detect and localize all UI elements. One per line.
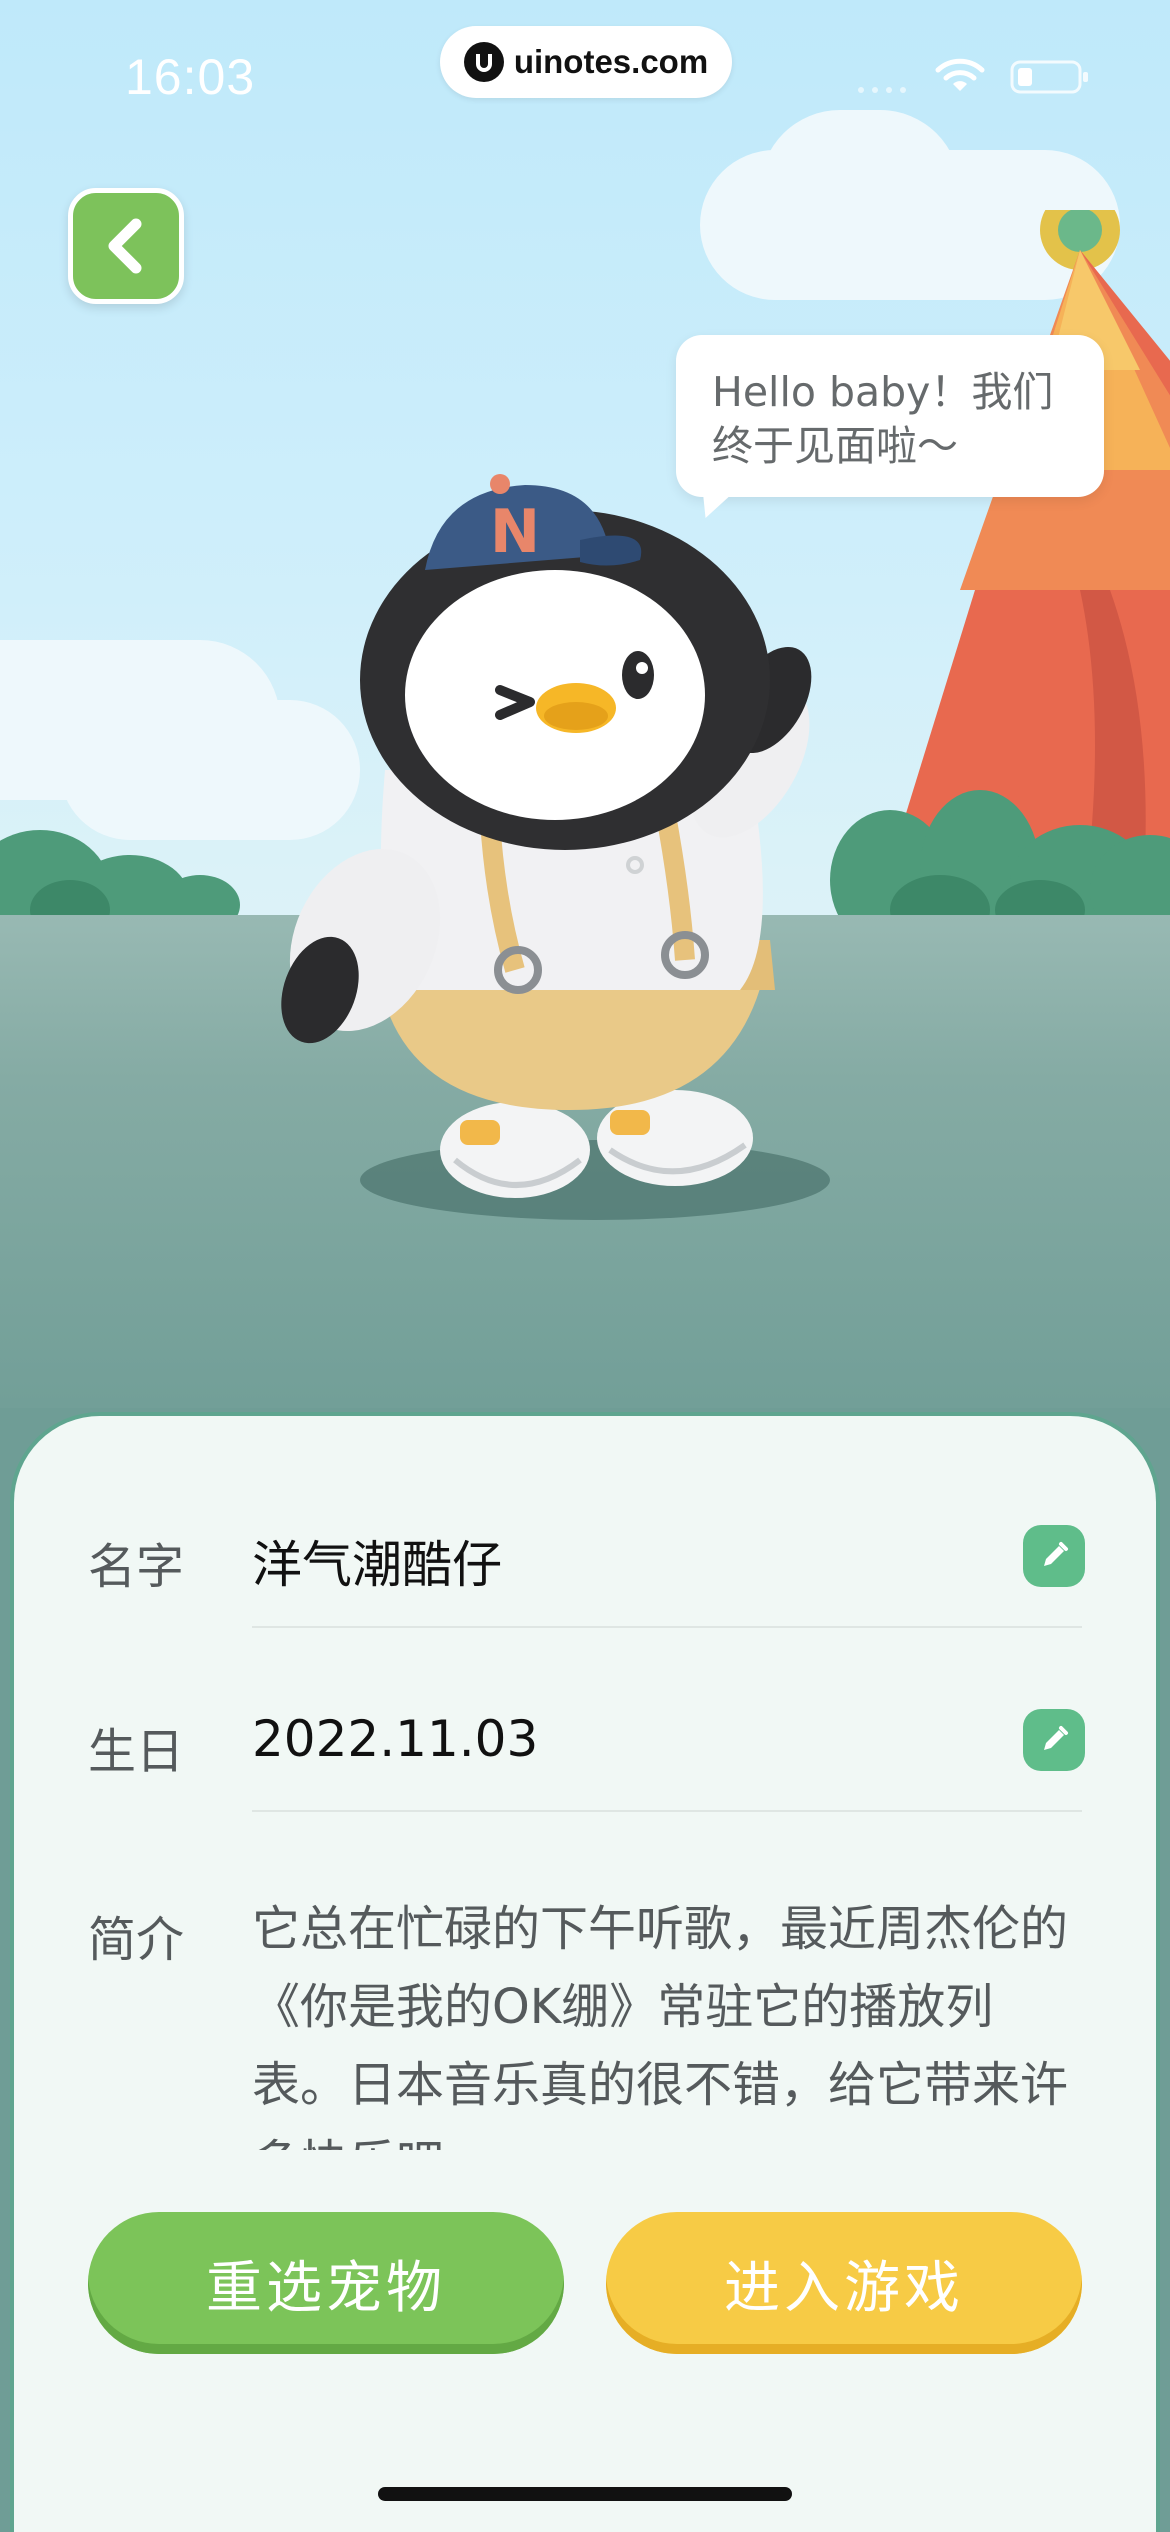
reselect-pet-button[interactable]: 重选宠物 — [88, 2212, 564, 2354]
pencil-icon — [1044, 1542, 1068, 1566]
wifi-icon — [935, 58, 985, 91]
enter-game-button[interactable]: 进入游戏 — [606, 2212, 1082, 2354]
speech-text: Hello baby！我们 终于见面啦～ — [712, 368, 1054, 470]
divider — [252, 1626, 1082, 1628]
birthday-value: 2022.11.03 — [252, 1710, 539, 1768]
url-pill: uinotes.com — [440, 26, 732, 98]
intro-text: 它总在忙碌的下午听歌，最近周杰伦的《你是我的OK绷》常驻它的播放列表。日本音乐真… — [252, 1901, 1069, 2150]
status-time: 16:03 — [125, 49, 256, 105]
name-label: 名字 — [88, 1539, 185, 1595]
pencil-icon — [1044, 1726, 1068, 1750]
name-value: 洋气潮酷仔 — [252, 1536, 502, 1594]
url-text: uinotes.com — [513, 43, 709, 80]
back-button[interactable] — [68, 188, 184, 304]
edit-birthday-button[interactable] — [1023, 1709, 1085, 1771]
edit-name-button[interactable] — [1023, 1525, 1085, 1587]
uinotes-logo-icon — [463, 42, 504, 82]
signal-icon — [858, 87, 906, 93]
divider — [252, 1810, 1082, 1812]
chevron-left-icon — [108, 218, 142, 274]
svg-text:N: N — [490, 497, 540, 567]
birthday-label: 生日 — [88, 1724, 185, 1780]
intro-label: 简介 — [88, 1912, 185, 1968]
battery-icon — [1010, 60, 1088, 94]
penguin-mascot: N — [281, 474, 812, 1198]
home-indicator[interactable] — [378, 2487, 792, 2501]
